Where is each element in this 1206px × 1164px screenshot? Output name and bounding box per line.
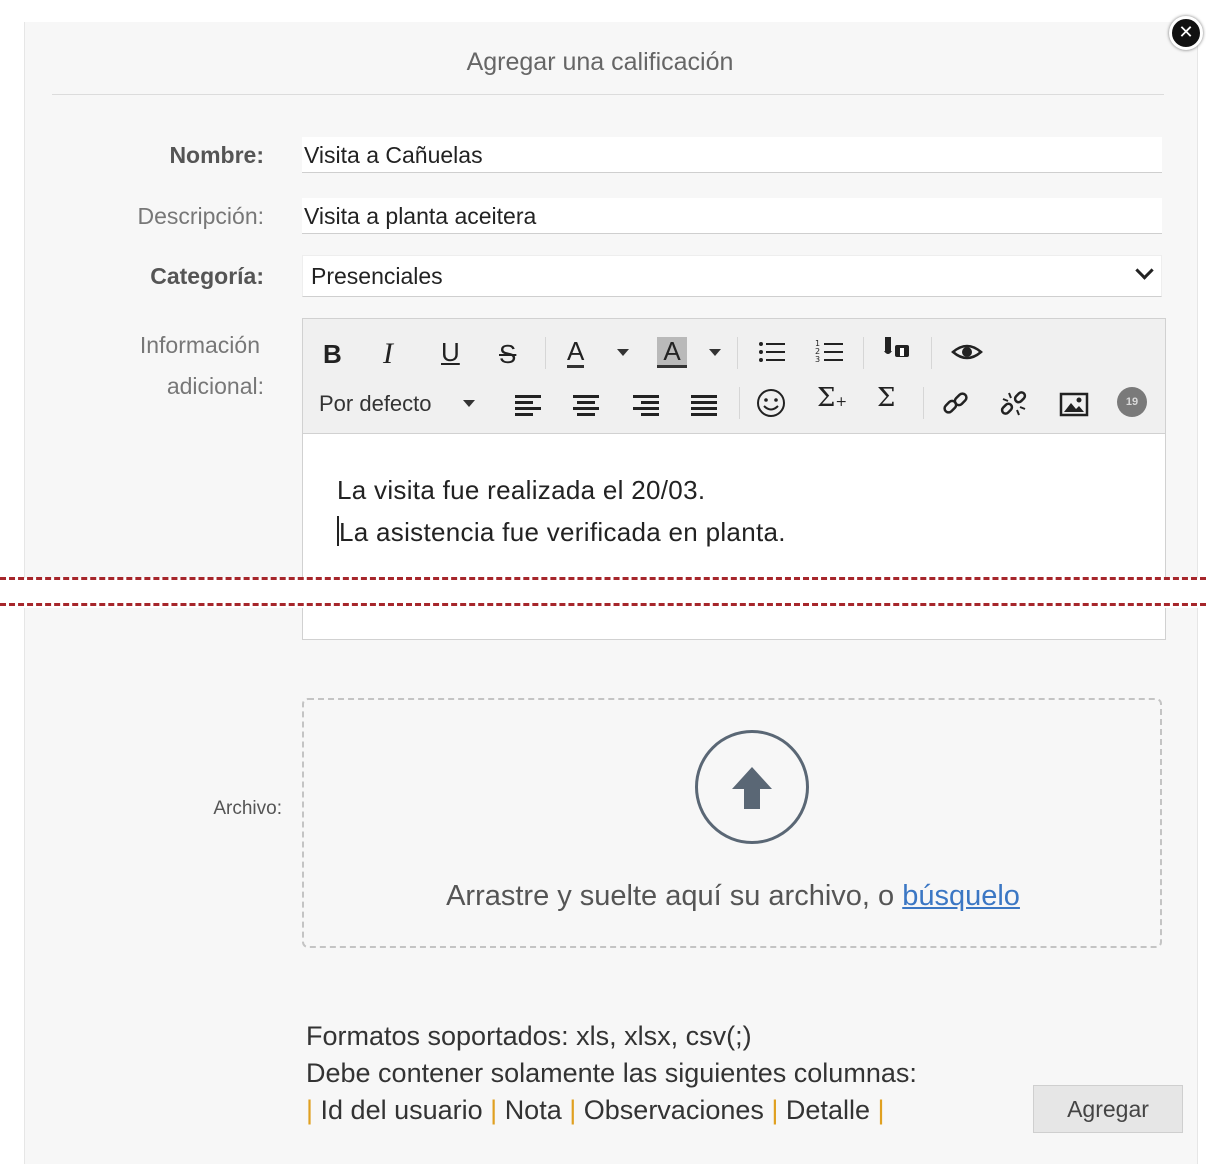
highlight-color-button[interactable]: A [657,337,687,368]
font-size-dropdown-icon[interactable] [463,400,475,407]
columns-list: | Id del usuario | Nota | Observaciones … [306,1095,885,1125]
dropzone-instruction: Arrastre y suelte aquí su archivo, o [446,880,903,912]
font-color-dropdown-icon[interactable] [617,349,629,356]
file-dropzone[interactable]: Arrastre y suelte aquí su archivo, o bús… [302,698,1162,948]
bullet-list-icon[interactable] [757,337,787,373]
categoria-select[interactable]: Presenciales [302,255,1162,297]
emoji-icon[interactable] [755,387,787,425]
close-icon[interactable]: ✕ [1169,16,1203,50]
editor-toolbar: B I U S A A 123 Por defecto Σ+ Σ 19 [303,319,1165,434]
column-observaciones: Observaciones [583,1095,764,1125]
supported-formats-notes: Formatos soportados: xls, xlsx, csv(;) D… [306,1018,917,1129]
svg-text:3: 3 [815,355,820,364]
align-center-icon[interactable] [571,389,601,425]
info-label-line1: Información [139,332,260,358]
nombre-input[interactable]: Visita a Cañuelas [302,137,1162,173]
descripcion-label: Descripción: [137,203,264,229]
font-size-select[interactable]: Por defecto [319,389,432,419]
nombre-label: Nombre: [169,142,264,168]
cut-line-top [0,577,1206,580]
editor-line-2: La asistencia fue verificada en planta. [337,516,786,547]
dialog-title: Agregar una calificación [466,48,734,76]
toolbar-separator [545,337,546,369]
sigma-icon[interactable]: Σ [877,383,895,413]
numbered-list-icon[interactable]: 123 [815,337,845,373]
editor-content[interactable]: La visita fue realizada el 20/03. La asi… [337,469,786,553]
dropzone-text: Arrastre y suelte aquí su archivo, o bús… [304,880,1162,913]
link-icon[interactable] [941,389,971,425]
editor-line-1: La visita fue realizada el 20/03. [337,475,706,505]
archivo-label: Archivo: [213,798,282,819]
upload-arrow-icon[interactable] [695,730,809,844]
categoria-selected-value: Presenciales [311,263,443,289]
descripcion-input[interactable]: Visita a planta aceitera [302,198,1162,234]
unlink-icon[interactable] [999,389,1029,425]
strikethrough-button[interactable]: S [499,339,516,369]
bold-button[interactable]: B [323,339,342,369]
chevron-down-icon [1135,261,1154,280]
toolbar-separator [931,337,932,369]
font-color-button[interactable]: A [567,337,585,368]
browse-link[interactable]: búsquelo [902,880,1020,912]
categoria-label: Categoría: [150,263,264,289]
info-label-line2: adicional: [166,373,264,399]
formats-line: Formatos soportados: xls, xlsx, csv(;) [306,1021,752,1051]
toolbar-separator [863,337,864,369]
italic-button[interactable]: I [383,339,393,369]
toolbar-separator [737,337,738,369]
align-justify-icon[interactable] [689,389,719,425]
align-right-icon[interactable] [631,389,661,425]
column-detalle: Detalle [785,1095,870,1125]
align-left-icon[interactable] [513,389,543,425]
format-painter-icon[interactable] [881,335,913,371]
subscript-sigma-icon[interactable]: Σ+ [817,383,847,417]
special-characters-icon[interactable]: 19 [1117,387,1147,417]
cut-line-bottom [0,603,1206,606]
columns-instruction-line: Debe contener solamente las siguientes c… [306,1058,917,1088]
title-divider [52,94,1164,95]
underline-button[interactable]: U [441,337,460,367]
toolbar-separator [923,387,924,419]
preview-eye-icon[interactable] [951,337,983,373]
toolbar-separator [739,387,740,419]
highlight-dropdown-icon[interactable] [709,349,721,356]
agregar-button[interactable]: Agregar [1033,1085,1183,1133]
image-icon[interactable] [1059,389,1089,425]
info-adicional-label: Información adicional: [0,325,264,407]
column-id: Id del usuario [320,1095,483,1125]
column-nota: Nota [504,1095,562,1125]
